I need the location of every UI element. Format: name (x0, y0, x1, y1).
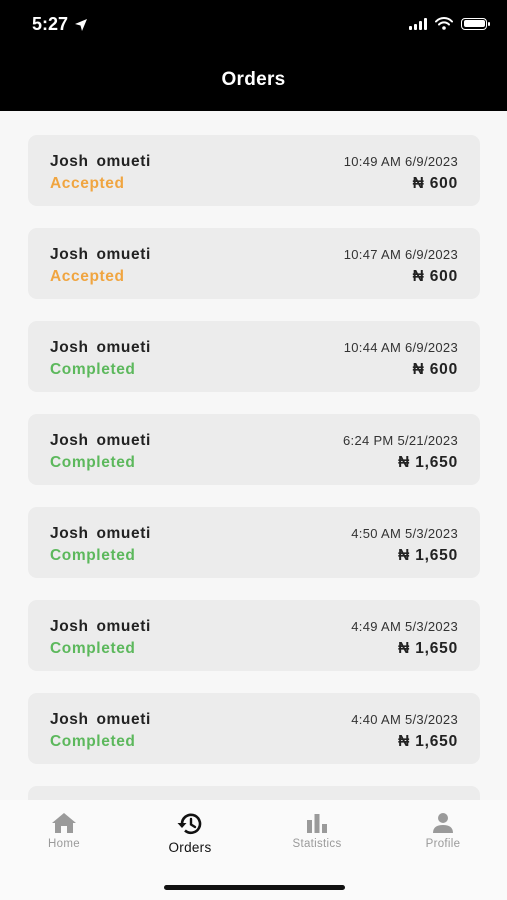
top-bar: 5:27 Orders (0, 0, 507, 111)
order-amount: ₦ 1,650 (398, 547, 458, 564)
order-status: Completed (50, 733, 136, 750)
tab-statistics[interactable]: Statistics (267, 812, 367, 850)
order-amount: ₦ 600 (412, 361, 458, 378)
tab-home[interactable]: Home (14, 812, 114, 850)
order-amount: ₦ 600 (412, 268, 458, 285)
order-amount: ₦ 1,650 (398, 454, 458, 471)
clock-text: 5:27 (32, 14, 69, 34)
tab-orders-label: Orders (168, 840, 212, 855)
order-status: Accepted (50, 175, 125, 192)
order-amount: ₦ 1,650 (398, 640, 458, 657)
order-amount: ₦ 600 (412, 175, 458, 192)
person-icon (433, 813, 453, 833)
order-card[interactable]: Josh omueti Accepted 10:47 AM 6/9/2023 ₦ 60… (28, 228, 480, 299)
home-icon (52, 813, 76, 833)
order-status: Accepted (50, 268, 125, 285)
order-amount: ₦ 1,650 (398, 733, 458, 750)
orders-list[interactable]: Josh omueti Accepted 10:49 AM 6/9/2023 ₦ 60… (0, 111, 507, 800)
order-card[interactable]: Josh omueti Completed 4:40 AM 5/3/2023 ₦ 1,… (28, 693, 480, 764)
order-datetime: 10:44 AM 6/9/2023 (343, 340, 458, 355)
customer-name: Josh omueti (50, 618, 151, 635)
order-datetime: 4:49 AM 5/3/2023 (351, 619, 458, 634)
tab-profile-label: Profile (425, 838, 461, 850)
customer-name: Josh omueti (50, 246, 151, 263)
page-title: Orders (221, 69, 286, 90)
status-bar-time: 5:27 (32, 14, 88, 35)
customer-name: Josh omueti (50, 525, 151, 542)
order-status: Completed (50, 361, 136, 378)
tab-profile[interactable]: Profile (393, 812, 493, 850)
tab-statistics-label: Statistics (292, 838, 342, 850)
customer-name: Josh omueti (50, 153, 151, 170)
location-arrow-icon (75, 18, 88, 31)
battery-icon (461, 17, 490, 30)
history-icon (177, 813, 202, 835)
tab-orders[interactable]: Orders (140, 812, 240, 855)
order-datetime: 10:49 AM 6/9/2023 (343, 154, 458, 169)
customer-name: Josh omueti (50, 339, 151, 356)
order-card[interactable]: Josh omueti Completed 4:50 AM 5/3/2023 ₦ 1,… (28, 507, 480, 578)
order-card[interactable] (28, 786, 480, 800)
order-status: Completed (50, 640, 136, 657)
customer-name: Josh omueti (50, 432, 151, 449)
cellular-signal-icon (409, 17, 427, 30)
order-card[interactable]: Josh omueti Completed 6:24 PM 5/21/2023 ₦ 1… (28, 414, 480, 485)
order-datetime: 4:40 AM 5/3/2023 (351, 712, 458, 727)
tab-home-label: Home (48, 838, 80, 850)
customer-name: Josh omueti (50, 711, 151, 728)
order-status: Completed (50, 547, 136, 564)
order-card[interactable]: Josh omueti Completed 4:49 AM 5/3/2023 ₦ 1,… (28, 600, 480, 671)
order-card[interactable]: Josh omueti Completed 10:44 AM 6/9/2023 ₦ 6… (28, 321, 480, 392)
bar-chart-icon (307, 814, 327, 833)
home-indicator (164, 885, 345, 890)
order-card[interactable]: Josh omueti Accepted 10:49 AM 6/9/2023 ₦ 60… (28, 135, 480, 206)
order-datetime: 6:24 PM 5/21/2023 (343, 433, 458, 448)
order-status: Completed (50, 454, 136, 471)
status-indicators (409, 17, 490, 30)
order-datetime: 10:47 AM 6/9/2023 (343, 247, 458, 262)
wifi-icon (435, 17, 453, 30)
order-datetime: 4:50 AM 5/3/2023 (351, 526, 458, 541)
